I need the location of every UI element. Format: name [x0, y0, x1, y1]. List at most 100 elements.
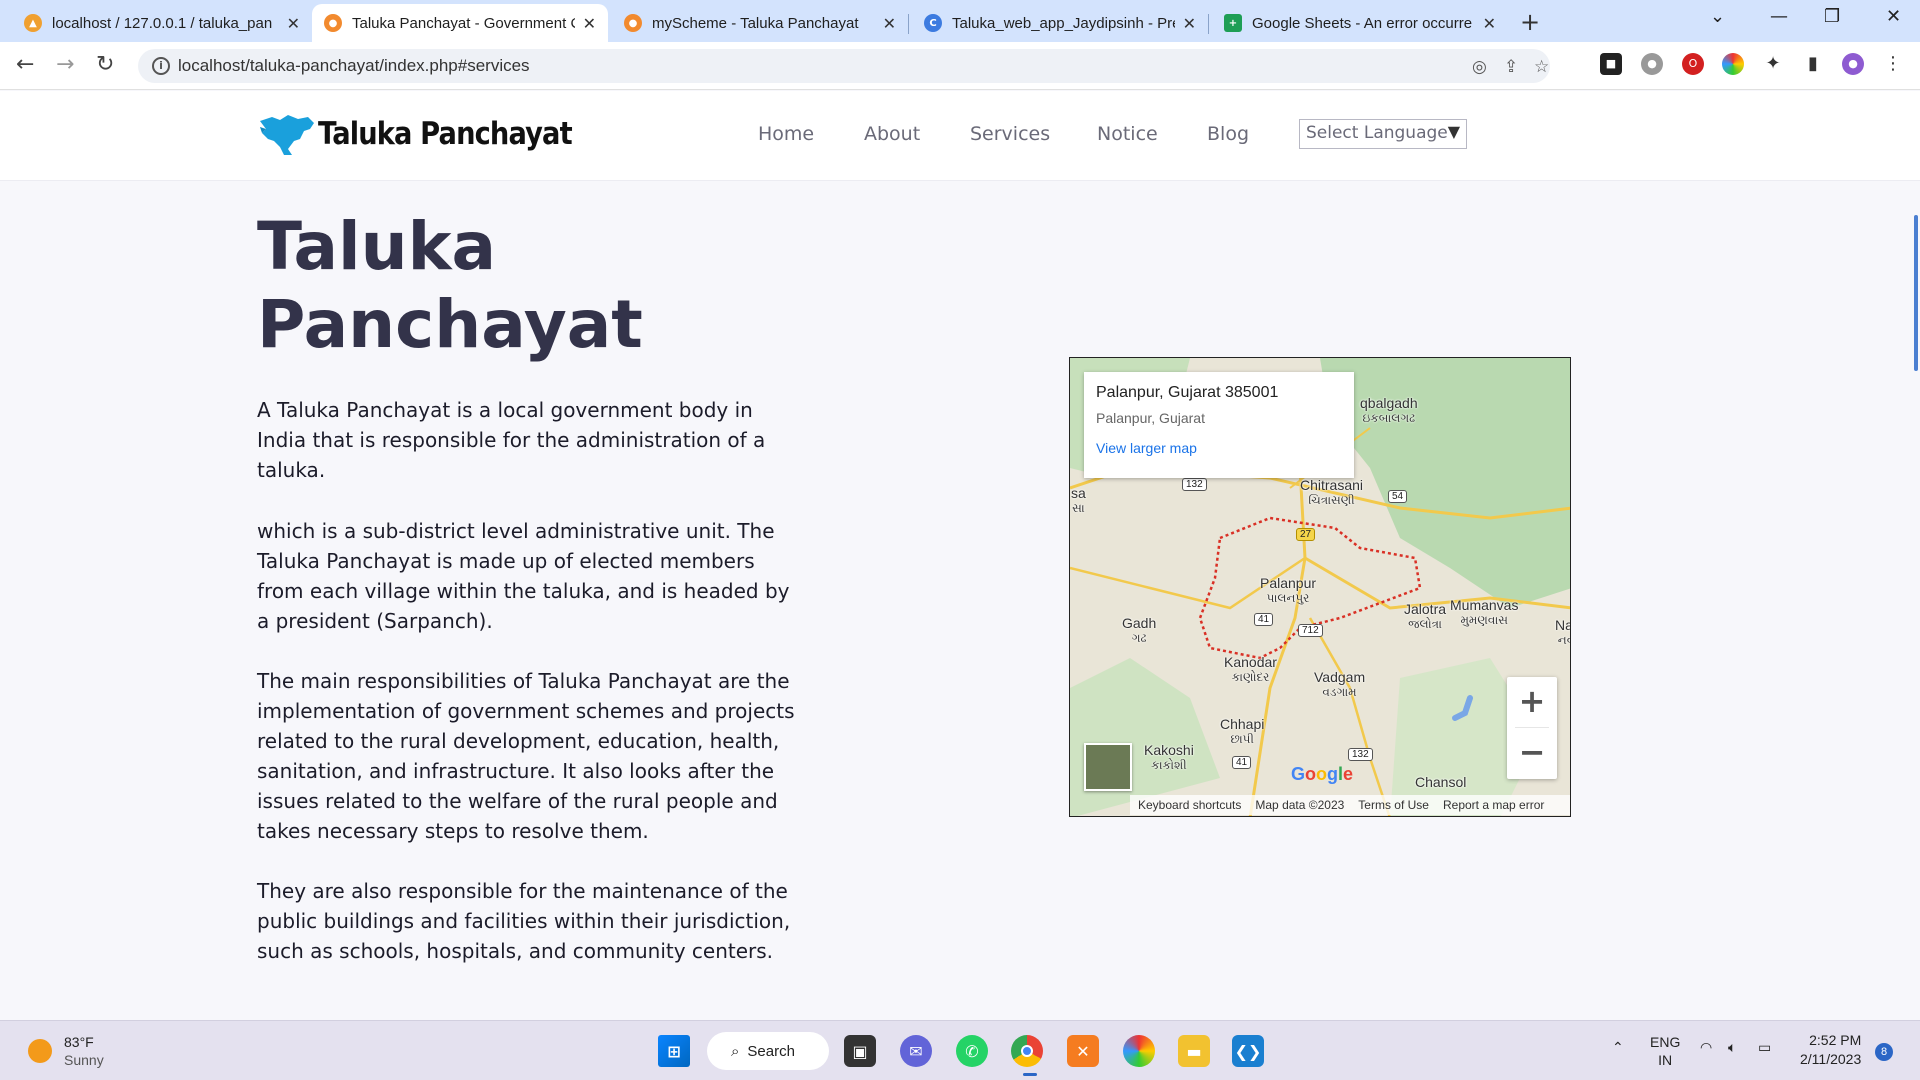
terms-of-use-link[interactable]: Terms of Use	[1358, 798, 1429, 812]
temperature: 83°F	[64, 1034, 94, 1050]
wifi-icon[interactable]: ◠	[1700, 1039, 1712, 1056]
tab-phpmyadmin[interactable]: ▲ localhost / 127.0.0.1 / taluka_pan ✕	[12, 4, 312, 42]
search-icon: ⌕	[731, 1042, 740, 1060]
windows-taskbar: 83°F Sunny ⊞ ⌕ Search ▣ ✉ ✆ ✕ ▬ ❮❯ ⌃ ENG…	[0, 1020, 1920, 1080]
map-label-kanodar: Kanodar કાણોદર	[1224, 654, 1277, 685]
weather-condition: Sunny	[64, 1052, 104, 1068]
avatar[interactable]: ●	[1842, 53, 1864, 75]
tab-taluka-panchayat[interactable]: ● Taluka Panchayat - Government C ✕	[312, 4, 608, 42]
menu-icon[interactable]: ⋮	[1882, 53, 1904, 75]
map-label-iqbalgadh: qbalgadh ઇકબાલગઢ	[1360, 395, 1418, 426]
page-scrollbar[interactable]	[1914, 215, 1918, 371]
notification-badge[interactable]: 8	[1875, 1043, 1893, 1061]
weather-widget[interactable]: 83°F Sunny	[28, 1033, 104, 1069]
close-icon[interactable]: ✕	[883, 14, 896, 33]
tab-search-icon[interactable]: ⌄	[1710, 6, 1725, 27]
chrome-icon[interactable]	[1011, 1035, 1043, 1067]
side-panel-icon[interactable]: ▮	[1802, 53, 1824, 75]
view-larger-map-link[interactable]: View larger map	[1096, 440, 1342, 456]
back-icon[interactable]: ←	[16, 52, 34, 77]
bookmark-star-icon[interactable]: ☆	[1534, 57, 1549, 77]
volume-icon[interactable]: 🔈︎	[1728, 1039, 1736, 1056]
close-icon[interactable]: ✕	[287, 14, 300, 33]
google-logo: Google	[1291, 764, 1354, 784]
satellite-toggle[interactable]	[1084, 743, 1132, 791]
battery-icon[interactable]: ▭	[1758, 1039, 1771, 1056]
file-explorer-icon[interactable]: ▬	[1178, 1035, 1210, 1067]
map-label-mumanvas: Mumanvas મુમણવાસ	[1450, 597, 1519, 628]
site-logo[interactable]: Taluka Panchayat	[258, 111, 606, 157]
highway-shield: 41	[1232, 756, 1252, 769]
embedded-map[interactable]: Palanpur પાલનપુર Chitrasani ચિત્રાસણી qbal…	[1069, 357, 1571, 817]
highway-shield: 132	[1182, 478, 1207, 491]
map-card-address: Palanpur, Gujarat 385001	[1096, 384, 1279, 401]
map-label-chansol: Chansol	[1415, 774, 1467, 790]
site-favicon: ●	[324, 14, 342, 32]
map-label-chitrasani: Chitrasani ચિત્રાસણી	[1300, 477, 1364, 508]
sun-icon	[28, 1039, 52, 1063]
language-indicator[interactable]: ENG IN	[1650, 1033, 1680, 1069]
map-zoom-controls: + −	[1507, 677, 1557, 779]
highway-shield: 41	[1254, 613, 1274, 626]
color-picker-icon[interactable]	[1722, 53, 1744, 75]
map-label-vadgam: Vadgam વડગામ	[1314, 669, 1366, 700]
tab-google-sheets[interactable]: + Google Sheets - An error occurre ✕	[1212, 4, 1508, 42]
opera-extension-icon[interactable]: O	[1682, 53, 1704, 75]
eye-off-icon[interactable]: ◎	[1472, 57, 1487, 77]
restore-icon[interactable]: ❐	[1824, 6, 1840, 27]
nav-home[interactable]: Home	[758, 123, 814, 145]
tab-canva[interactable]: C Taluka_web_app_Jaydipsinh - Pre ✕	[912, 4, 1208, 42]
forward-icon[interactable]: →	[56, 52, 74, 77]
xampp-icon[interactable]: ✕	[1067, 1035, 1099, 1067]
nav-notice[interactable]: Notice	[1097, 123, 1158, 145]
nav-blog[interactable]: Blog	[1207, 123, 1249, 145]
highway-shield: 54	[1388, 490, 1408, 503]
minimize-icon[interactable]: —	[1770, 6, 1788, 27]
reload-icon[interactable]: ↻	[96, 52, 114, 77]
canva-icon: C	[924, 14, 942, 32]
map-label-kakoshi: Kakoshi કાકોશી	[1144, 742, 1194, 773]
clock[interactable]: 2:52 PM 2/11/2023	[1800, 1031, 1861, 1069]
map-label-nava: Navનવા	[1555, 617, 1570, 648]
chevron-up-icon[interactable]: ⌃	[1612, 1039, 1624, 1056]
highway-shield: 132	[1348, 748, 1373, 761]
windows-start-icon[interactable]: ⊞	[658, 1035, 690, 1067]
share-icon[interactable]: ⇪	[1504, 57, 1518, 77]
close-icon[interactable]: ✕	[1183, 14, 1196, 33]
maintenance-paragraph: They are also responsible for the mainte…	[257, 879, 791, 963]
new-tab-icon[interactable]: +	[1520, 8, 1540, 36]
vscode-icon[interactable]: ❮❯	[1232, 1035, 1264, 1067]
nav-about[interactable]: About	[864, 123, 920, 145]
responsibilities-paragraph: The main responsibilities of Taluka Panc…	[257, 669, 795, 843]
close-window-icon[interactable]: ✕	[1886, 6, 1901, 27]
highway-shield: 712	[1298, 624, 1323, 637]
task-view-icon[interactable]: ▣	[844, 1035, 876, 1067]
paint-app-icon[interactable]	[1123, 1035, 1155, 1067]
extension-icon[interactable]: ●	[1641, 53, 1663, 75]
structure-paragraph: which is a sub-district level administra…	[257, 519, 790, 633]
whatsapp-icon[interactable]: ✆	[956, 1035, 988, 1067]
teams-chat-icon[interactable]: ✉	[900, 1035, 932, 1067]
extensions-puzzle-icon[interactable]: ✦	[1762, 53, 1784, 75]
taskbar-search[interactable]: ⌕ Search	[707, 1032, 829, 1070]
browser-toolbar: ← → ↻ i localhost/taluka-panchayat/index…	[0, 42, 1920, 90]
map-card-subtitle: Palanpur, Gujarat	[1096, 410, 1205, 426]
close-icon[interactable]: ✕	[583, 14, 596, 33]
address-bar[interactable]: i localhost/taluka-panchayat/index.php#s…	[138, 49, 1550, 83]
nav-services[interactable]: Services	[970, 123, 1050, 145]
zoom-in-button[interactable]: +	[1507, 677, 1557, 727]
close-icon[interactable]: ✕	[1483, 14, 1496, 33]
extension-icon[interactable]: ■	[1600, 53, 1622, 75]
zoom-out-button[interactable]: −	[1507, 728, 1557, 778]
phpmyadmin-icon: ▲	[24, 14, 42, 32]
language-select[interactable]: Select Language ▼	[1299, 119, 1467, 149]
map-place-card: Palanpur, Gujarat 385001 Palanpur, Gujar…	[1084, 372, 1354, 478]
report-map-error-link[interactable]: Report a map error	[1443, 798, 1544, 812]
tab-myscheme[interactable]: ● myScheme - Taluka Panchayat ✕	[612, 4, 908, 42]
site-info-icon[interactable]: i	[152, 57, 170, 75]
map-data-text: Map data ©2023	[1255, 798, 1345, 812]
dropdown-arrow-icon: ▼	[1447, 122, 1460, 141]
keyboard-shortcuts-link[interactable]: Keyboard shortcuts	[1138, 798, 1241, 812]
map-label-gadh: Gadh ગઢ	[1122, 615, 1157, 646]
page-title: Taluka Panchayat	[257, 208, 643, 363]
